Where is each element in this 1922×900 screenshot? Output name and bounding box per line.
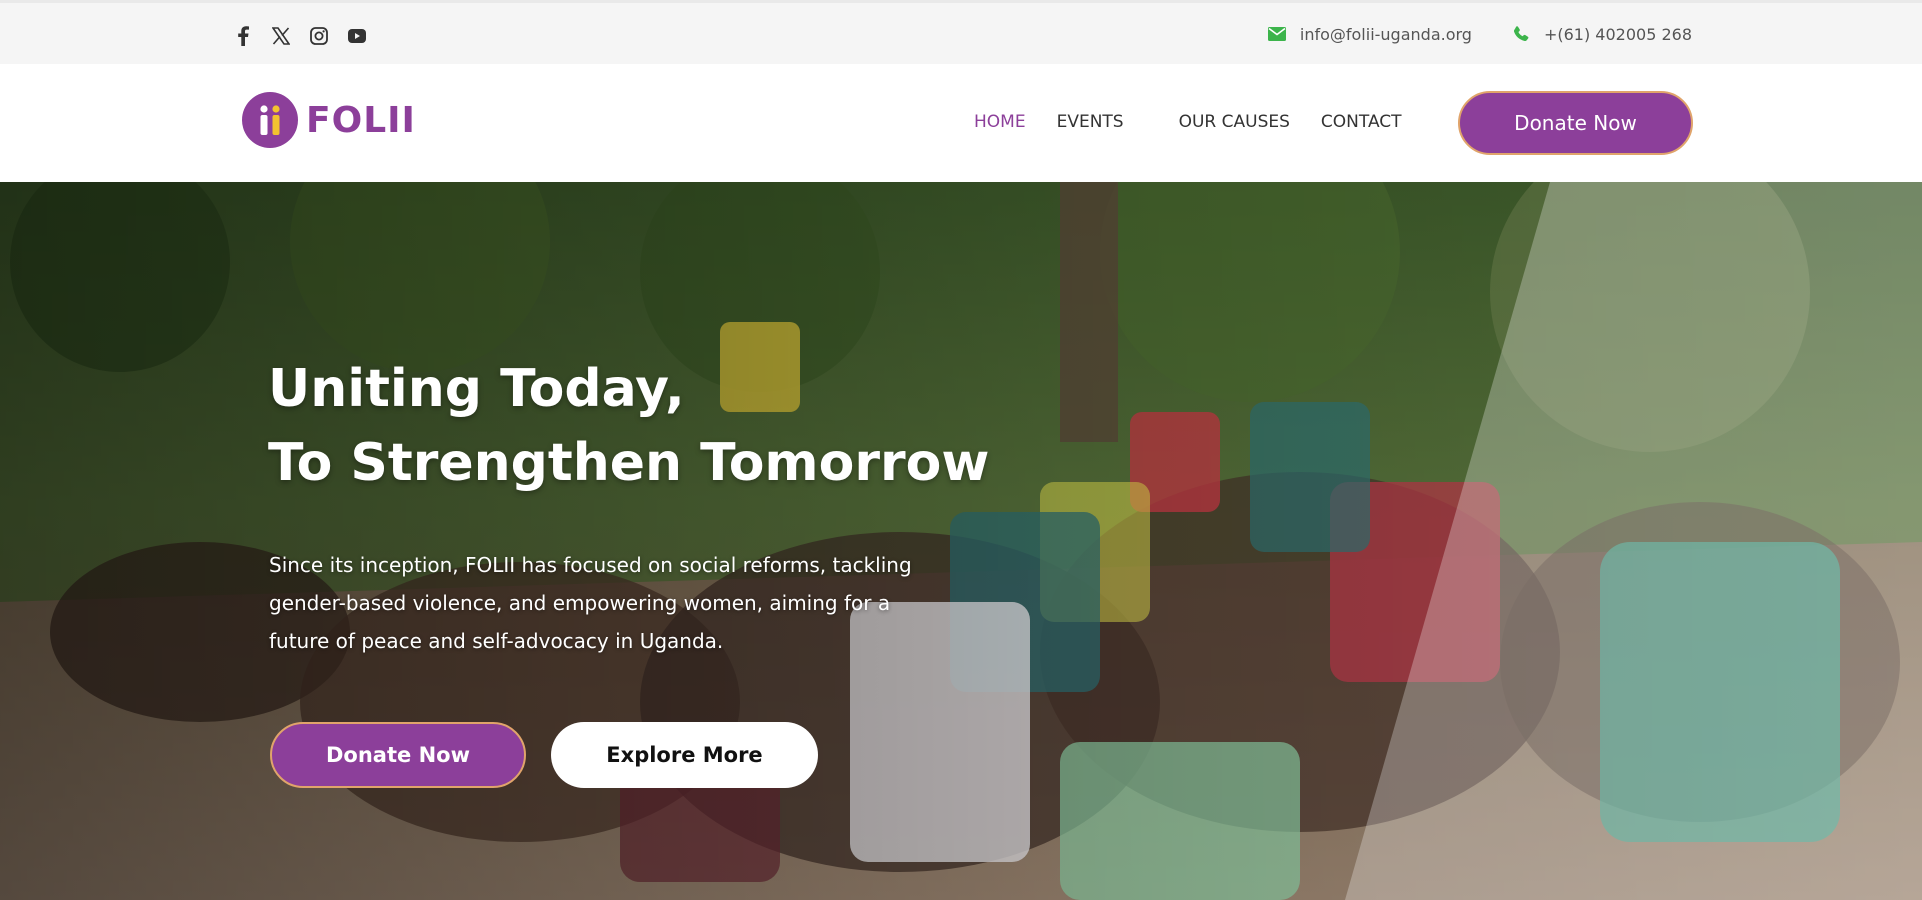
top-bar: info@folii-uganda.org +(61) 402005 268 xyxy=(0,0,1922,64)
nav-contact[interactable]: CONTACT xyxy=(1321,112,1402,132)
logo-text: FOLII xyxy=(306,99,416,141)
nav-our-causes[interactable]: OUR CAUSES xyxy=(1179,112,1290,132)
facebook-icon[interactable] xyxy=(232,25,254,47)
phone-icon xyxy=(1510,23,1532,45)
site-logo[interactable]: FOLII xyxy=(242,92,416,148)
contact-info: info@folii-uganda.org +(61) 402005 268 xyxy=(1266,23,1692,45)
site-header: FOLII HOME EVENTS OUR CAUSES CONTACT Don… xyxy=(0,64,1922,182)
hero-title-line1: Uniting Today, xyxy=(268,359,685,419)
nav-home[interactable]: HOME xyxy=(974,112,1026,132)
explore-more-button[interactable]: Explore More xyxy=(551,722,818,788)
social-links xyxy=(232,25,368,47)
nav-events[interactable]: EVENTS xyxy=(1057,112,1124,132)
hero-background-photo xyxy=(0,182,1922,900)
main-nav: HOME EVENTS OUR CAUSES CONTACT xyxy=(974,112,1402,132)
hero-section: Uniting Today, To Strengthen Tomorrow Si… xyxy=(0,182,1922,900)
x-icon[interactable] xyxy=(270,25,292,47)
phone-link[interactable]: +(61) 402005 268 xyxy=(1544,25,1692,44)
hero-title: Uniting Today, To Strengthen Tomorrow xyxy=(268,352,989,500)
hero-title-line2: To Strengthen Tomorrow xyxy=(268,433,990,493)
youtube-icon[interactable] xyxy=(346,25,368,47)
hero-donate-button[interactable]: Donate Now xyxy=(270,722,526,788)
email-icon xyxy=(1266,23,1288,45)
instagram-icon[interactable] xyxy=(308,25,330,47)
hero-description: Since its inception, FOLII has focused o… xyxy=(269,553,912,653)
header-donate-button[interactable]: Donate Now xyxy=(1458,91,1693,155)
logo-mark-icon xyxy=(242,92,298,148)
email-link[interactable]: info@folii-uganda.org xyxy=(1300,25,1472,44)
